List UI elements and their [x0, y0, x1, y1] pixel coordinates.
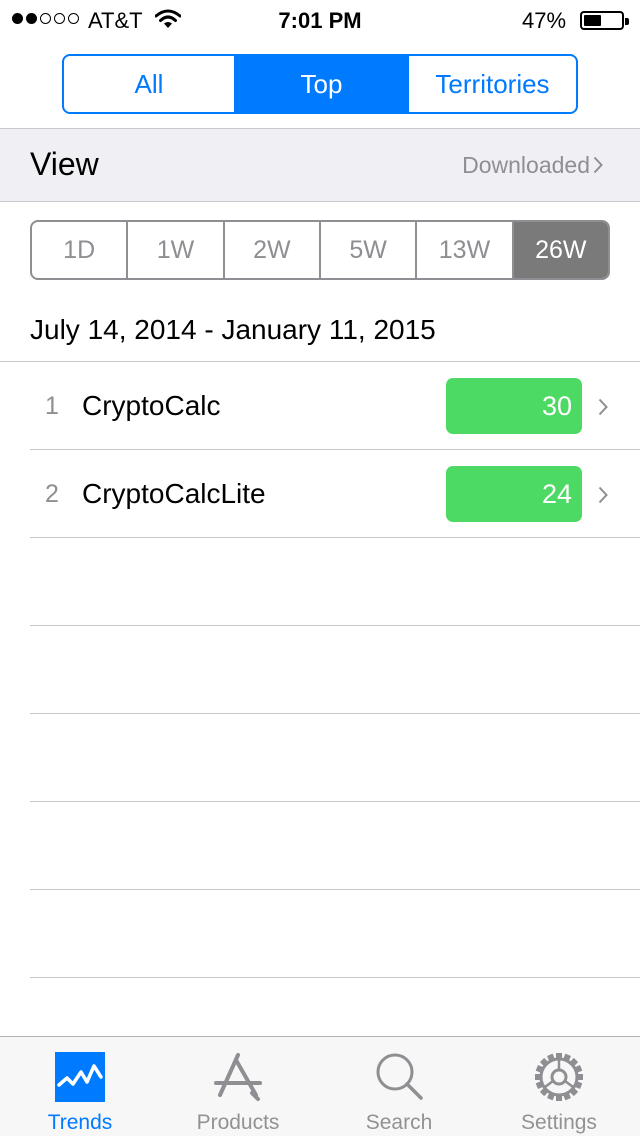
- tab-bar: Trends Products Search Settings: [0, 1036, 640, 1136]
- ranking-row[interactable]: 1 CryptoCalc 30: [0, 362, 640, 450]
- battery-percentage: 47%: [522, 8, 567, 33]
- view-label: View: [30, 146, 99, 182]
- chevron-right-icon: [593, 156, 603, 179]
- row-separator: [30, 801, 640, 802]
- tab-trends[interactable]: Trends: [0, 1037, 160, 1137]
- period-1w[interactable]: 1W: [126, 222, 222, 278]
- view-row[interactable]: View Downloaded: [0, 129, 640, 201]
- period-5w[interactable]: 5W: [318, 222, 415, 278]
- view-value: Downloaded: [462, 152, 590, 178]
- period-26w[interactable]: 26W: [511, 222, 608, 278]
- row-separator: [30, 537, 640, 538]
- tab-label: Trends: [47, 1111, 113, 1134]
- date-range: July 14, 2014 - January 11, 2015: [30, 314, 436, 345]
- period-segmented-control: 1D 1W 2W 5W 13W 26W: [30, 220, 610, 280]
- divider: [0, 201, 640, 202]
- search-icon: [373, 1051, 425, 1103]
- segment-territories[interactable]: Territories: [407, 56, 576, 112]
- trends-icon: [54, 1051, 106, 1103]
- period-2w[interactable]: 2W: [222, 222, 319, 278]
- tab-products[interactable]: Products: [158, 1037, 318, 1137]
- row-separator: [30, 625, 640, 626]
- app-name: CryptoCalcLite: [82, 478, 266, 509]
- tab-label: Settings: [521, 1111, 597, 1134]
- segment-top[interactable]: Top: [234, 56, 407, 112]
- row-separator: [30, 889, 640, 890]
- app-name: CryptoCalc: [82, 390, 221, 421]
- chevron-right-icon: [598, 398, 608, 421]
- ranking-row[interactable]: 2 CryptoCalcLite 24: [0, 450, 640, 538]
- period-1d[interactable]: 1D: [32, 222, 126, 278]
- battery-icon: [580, 11, 629, 30]
- status-bar: AT&T 7:01 PM 47%: [0, 0, 640, 40]
- download-count-badge: 24: [446, 466, 582, 522]
- rank-number: 1: [45, 392, 59, 420]
- tab-settings[interactable]: Settings: [479, 1037, 639, 1137]
- row-separator: [30, 977, 640, 978]
- scope-segmented-control: All Top Territories: [62, 54, 578, 114]
- tab-search[interactable]: Search: [319, 1037, 479, 1137]
- download-count-badge: 30: [446, 378, 582, 434]
- tab-label: Products: [196, 1111, 280, 1134]
- rank-number: 2: [45, 480, 59, 508]
- gear-icon: [533, 1051, 585, 1103]
- row-separator: [30, 713, 640, 714]
- chevron-right-icon: [598, 486, 608, 509]
- tab-label: Search: [365, 1111, 433, 1134]
- segment-all[interactable]: All: [64, 56, 234, 112]
- app-store-icon: [212, 1051, 264, 1103]
- period-13w[interactable]: 13W: [415, 222, 511, 278]
